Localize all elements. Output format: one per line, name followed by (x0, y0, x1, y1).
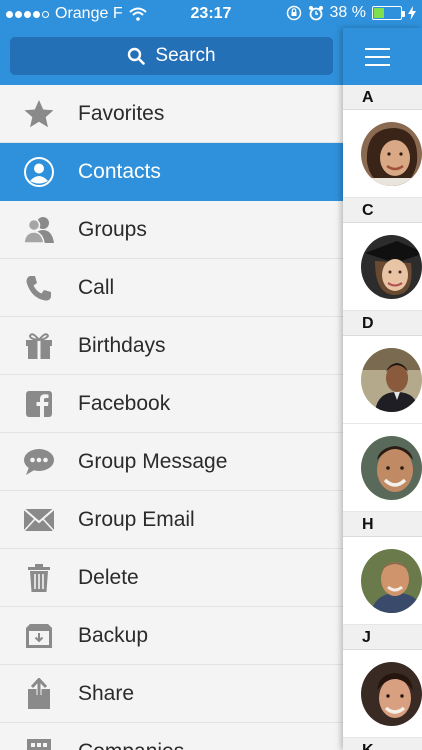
chat-bubble-icon (24, 448, 54, 475)
menu-label-facebook: Facebook (78, 391, 171, 415)
contact-photo-man-smiling (361, 435, 422, 500)
side-drawer: Search Favorites Contacts Groups Call Bi… (0, 28, 343, 750)
menu-item-birthdays[interactable]: Birthdays (0, 317, 343, 375)
menu-label-call: Call (78, 275, 115, 299)
section-header-d: D (343, 311, 422, 336)
menu-item-contacts[interactable]: Contacts (0, 143, 343, 201)
star-icon (24, 99, 54, 127)
avatar (361, 661, 422, 726)
gift-icon (26, 332, 52, 359)
share-icon (28, 677, 50, 709)
battery-level (374, 8, 384, 18)
menu-item-facebook[interactable]: Facebook (0, 375, 343, 433)
battery-percent: 38 % (329, 4, 366, 21)
contact-photo-woman-dark-hair (361, 121, 422, 186)
menu-item-groups[interactable]: Groups (0, 201, 343, 259)
section-header-h: H (343, 512, 422, 537)
status-bar: Orange F 23:17 38 % (0, 0, 422, 28)
menu-item-favorites[interactable]: Favorites (0, 85, 343, 143)
menu-item-companies[interactable]: Companies (0, 723, 343, 750)
battery-icon (372, 6, 405, 20)
avatar (361, 347, 422, 412)
contact-row[interactable] (343, 424, 422, 512)
contact-row[interactable] (343, 336, 422, 424)
menu-label-birthdays: Birthdays (78, 333, 166, 357)
menu-label-companies: Companies (78, 740, 184, 750)
menu-label-group-message: Group Message (78, 449, 228, 473)
menu-item-delete[interactable]: Delete (0, 549, 343, 607)
alarm-icon (308, 6, 323, 21)
menu-label-delete: Delete (78, 565, 139, 589)
search-area: Search (0, 28, 343, 85)
avatar (361, 121, 422, 186)
charging-bolt-icon (408, 6, 416, 20)
contacts-list-panel: A C D H J (343, 28, 422, 750)
contact-photo-young-man (361, 661, 422, 726)
contact-row[interactable] (343, 650, 422, 738)
menu-label-favorites: Favorites (78, 101, 165, 125)
menu-item-backup[interactable]: Backup (0, 607, 343, 665)
menu-item-group-message[interactable]: Group Message (0, 433, 343, 491)
status-right: 38 % (286, 4, 416, 22)
facebook-icon (26, 390, 52, 417)
menu-label-backup: Backup (78, 623, 149, 647)
avatar (361, 234, 422, 299)
phone-icon (26, 275, 51, 301)
menu-label-share: Share (78, 681, 135, 705)
contact-row[interactable] (343, 110, 422, 198)
menu-label-groups: Groups (78, 217, 147, 241)
hamburger-menu-icon[interactable] (365, 47, 390, 66)
envelope-icon (23, 507, 55, 532)
contact-photo-man-shirt (361, 548, 422, 613)
avatar (361, 435, 422, 500)
menu-item-call[interactable]: Call (0, 259, 343, 317)
contact-row[interactable] (343, 537, 422, 625)
avatar (361, 548, 422, 613)
menu-item-share[interactable]: Share (0, 665, 343, 723)
search-icon (128, 47, 146, 65)
menu-label-group-email: Group Email (78, 507, 195, 531)
section-header-c: C (343, 198, 422, 223)
trash-icon (28, 563, 50, 592)
user-circle-icon (24, 156, 54, 187)
menu-item-group-email[interactable]: Group Email (0, 491, 343, 549)
rotation-lock-icon (286, 5, 301, 21)
group-icon (23, 216, 54, 244)
building-icon (27, 738, 51, 750)
contact-row[interactable] (343, 223, 422, 311)
menu-label-contacts: Contacts (78, 159, 161, 183)
backup-icon (26, 623, 52, 648)
contact-photo-man-suit (361, 347, 422, 412)
contacts-header (343, 28, 422, 85)
search-button[interactable]: Search (10, 37, 333, 75)
section-header-k: K (343, 738, 422, 750)
contact-photo-graduate (361, 234, 422, 299)
section-header-j: J (343, 625, 422, 650)
section-header-a: A (343, 85, 422, 110)
search-label: Search (155, 45, 216, 66)
